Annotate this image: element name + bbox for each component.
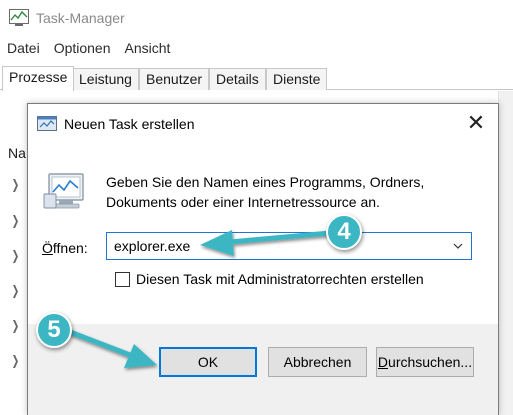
browse-accelerator: D <box>377 354 389 370</box>
expand-chevron-icon[interactable]: ❯ <box>12 248 20 264</box>
browse-label: urchsuchen... <box>388 354 473 370</box>
open-label-accelerator: Ö <box>42 240 53 256</box>
process-list-scrollbar[interactable] <box>498 91 513 415</box>
close-icon[interactable]: ✕ <box>462 109 490 137</box>
task-manager-titlebar: Task-Manager <box>0 0 513 36</box>
run-dialog-icon <box>37 116 57 131</box>
cancel-button[interactable]: Abbrechen <box>268 347 367 377</box>
tab-details[interactable]: Details <box>209 68 266 90</box>
expand-chevron-icon[interactable]: ❯ <box>12 353 20 369</box>
ok-button[interactable]: OK <box>159 347 257 377</box>
step-5-badge: 5 <box>36 312 72 348</box>
run-program-icon <box>43 173 84 209</box>
menu-ansicht[interactable]: Ansicht <box>118 38 178 60</box>
create-task-dialog: Neuen Task erstellen ✕ Geben Sie den Nam… <box>27 103 499 415</box>
dialog-title: Neuen Task erstellen <box>64 116 195 132</box>
column-header-name[interactable]: Na <box>8 145 26 161</box>
task-manager-tabs: Prozesse Leistung Benutzer Details Diens… <box>0 66 513 91</box>
open-input[interactable] <box>107 233 437 259</box>
open-label: Öffnen: <box>42 240 88 256</box>
admin-rights-checkbox[interactable] <box>115 272 130 287</box>
open-combobox[interactable] <box>106 232 472 260</box>
task-manager-title: Task-Manager <box>36 10 125 26</box>
task-manager-icon <box>9 9 29 26</box>
tab-leistung[interactable]: Leistung <box>72 68 139 90</box>
step-4-badge: 4 <box>326 214 362 250</box>
admin-rights-label[interactable]: Diesen Task mit Administratorrechten ers… <box>136 271 424 287</box>
open-label-text: ffnen: <box>52 240 88 256</box>
expand-chevron-icon[interactable]: ❯ <box>12 177 20 193</box>
browse-button[interactable]: Durchsuchen... <box>376 347 474 377</box>
tab-dienste[interactable]: Dienste <box>266 68 328 90</box>
menu-optionen[interactable]: Optionen <box>47 38 118 60</box>
tab-benutzer[interactable]: Benutzer <box>139 68 210 90</box>
expand-chevron-icon[interactable]: ❯ <box>12 213 20 229</box>
menu-datei[interactable]: Datei <box>0 38 47 60</box>
expand-chevron-icon[interactable]: ❯ <box>12 318 20 334</box>
chevron-down-icon[interactable] <box>445 233 471 259</box>
expand-chevron-icon[interactable]: ❯ <box>12 283 20 299</box>
task-manager-menubar: Datei Optionen Ansicht <box>0 38 513 60</box>
dialog-description: Geben Sie den Namen eines Programms, Ord… <box>106 174 425 210</box>
dialog-titlebar: Neuen Task erstellen ✕ <box>28 104 498 144</box>
tab-prozesse[interactable]: Prozesse <box>2 66 75 91</box>
